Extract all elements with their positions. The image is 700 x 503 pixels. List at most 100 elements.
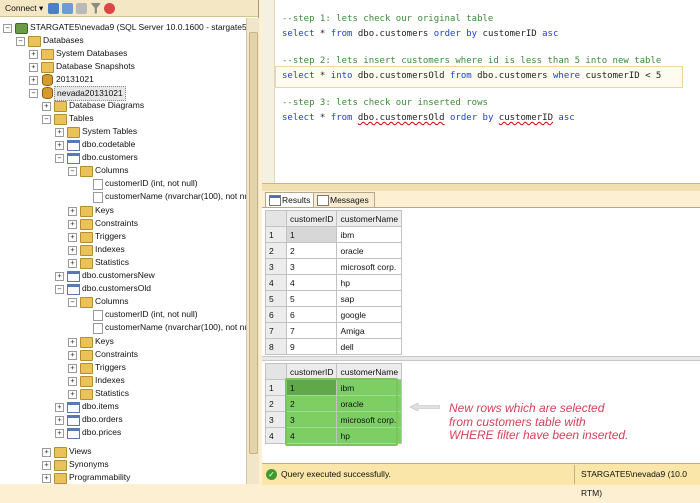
tab-messages[interactable]: Messages <box>313 192 375 207</box>
expand-icon[interactable]: + <box>68 390 77 399</box>
tab-results[interactable]: Results <box>265 192 317 207</box>
cell-customername[interactable]: ibm <box>336 379 403 396</box>
row-number[interactable]: 6 <box>265 306 287 323</box>
collapse-icon[interactable]: − <box>55 285 64 294</box>
collapse-icon[interactable]: − <box>16 37 25 46</box>
expand-icon[interactable]: + <box>42 102 51 111</box>
cell-customerid[interactable]: 4 <box>285 427 338 444</box>
cell-customername[interactable]: dell <box>336 338 403 355</box>
table-row[interactable]: 6 6 google <box>265 306 403 323</box>
table-row[interactable]: 5 5 sap <box>265 290 403 307</box>
cell-customername[interactable]: google <box>336 306 403 323</box>
tree-node-label: Views <box>69 446 92 456</box>
row-number[interactable]: 4 <box>265 427 287 444</box>
collapse-icon[interactable]: − <box>29 89 38 98</box>
expand-icon[interactable]: + <box>29 76 38 85</box>
table-row[interactable]: 2 2 oracle <box>265 242 403 259</box>
table-row[interactable]: 3 3 microsoft corp. <box>265 258 403 275</box>
cell-customername[interactable]: sap <box>336 290 403 307</box>
results-grid-customersold[interactable]: customerID customerName 1 1 ibm 2 2 oracle 3 3 m… <box>265 363 403 444</box>
table-row[interactable]: 7 7 Amiga <box>265 322 403 339</box>
expand-icon[interactable]: + <box>42 461 51 470</box>
cell-customername[interactable]: microsoft corp. <box>336 258 403 275</box>
expand-icon[interactable]: + <box>55 403 64 412</box>
scrollbar-thumb[interactable] <box>249 32 258 454</box>
expand-icon[interactable]: + <box>55 429 64 438</box>
stop-icon[interactable] <box>76 2 88 14</box>
table-row[interactable]: 1 1 ibm <box>265 226 403 243</box>
connect-button[interactable]: Connect ▾ <box>3 3 45 14</box>
column-header-customername[interactable]: customerName <box>336 363 403 380</box>
cell-customerid[interactable]: 2 <box>285 395 338 412</box>
filter-icon[interactable] <box>90 2 102 14</box>
cell-customerid[interactable]: 3 <box>285 258 338 275</box>
table-row[interactable]: 1 1 ibm <box>265 379 403 396</box>
expand-icon[interactable]: + <box>68 233 77 242</box>
collapse-icon[interactable]: − <box>68 298 77 307</box>
cell-customername[interactable]: Amiga <box>336 322 403 339</box>
row-number[interactable]: 1 <box>265 226 287 243</box>
row-number[interactable]: 8 <box>265 338 287 355</box>
cell-customername[interactable]: oracle <box>336 242 403 259</box>
connect-object-explorer-icon[interactable] <box>48 2 60 14</box>
expand-icon[interactable]: + <box>68 338 77 347</box>
column-header-customername[interactable]: customerName <box>336 210 403 227</box>
cell-customerid[interactable]: 9 <box>285 338 338 355</box>
table-row[interactable]: 2 2 oracle <box>265 395 403 412</box>
cell-customerid[interactable]: 1 <box>285 379 338 396</box>
collapse-icon[interactable]: − <box>55 154 64 163</box>
cell-customerid[interactable]: 6 <box>285 306 338 323</box>
row-number[interactable]: 2 <box>265 242 287 259</box>
expand-icon[interactable]: + <box>68 220 77 229</box>
expand-icon[interactable]: + <box>42 448 51 457</box>
results-grid-customers[interactable]: customerID customerName 1 1 ibm 2 2 oracle 3 3 m… <box>265 210 403 355</box>
grid-corner[interactable] <box>265 363 287 380</box>
expand-icon[interactable]: + <box>68 246 77 255</box>
collapse-icon[interactable]: − <box>3 24 12 33</box>
row-number[interactable]: 1 <box>265 379 287 396</box>
cell-customerid[interactable]: 4 <box>285 274 338 291</box>
cell-customerid[interactable]: 2 <box>285 242 338 259</box>
collapse-icon[interactable]: − <box>42 115 51 124</box>
expand-icon[interactable]: + <box>68 364 77 373</box>
cell-customername[interactable]: ibm <box>336 226 403 243</box>
cell-customername[interactable]: hp <box>336 427 403 444</box>
expand-icon[interactable]: + <box>68 351 77 360</box>
expand-icon[interactable]: + <box>55 141 64 150</box>
grid-corner[interactable] <box>265 210 287 227</box>
cell-customername[interactable]: hp <box>336 274 403 291</box>
cell-customername[interactable]: microsoft corp. <box>336 411 403 428</box>
table-row[interactable]: 8 9 dell <box>265 338 403 355</box>
expand-icon[interactable]: + <box>68 377 77 386</box>
expand-icon[interactable]: + <box>29 50 38 59</box>
column-header-customerid[interactable]: customerID <box>285 210 338 227</box>
row-number[interactable]: 3 <box>265 411 287 428</box>
grid-splitter[interactable] <box>262 356 700 361</box>
query-editor[interactable]: --step 1: lets check our original table … <box>262 0 700 183</box>
refresh-icon[interactable] <box>104 2 116 14</box>
expand-icon[interactable]: + <box>42 474 51 483</box>
table-row[interactable]: 4 4 hp <box>265 427 403 444</box>
row-number[interactable]: 4 <box>265 274 287 291</box>
row-number[interactable]: 3 <box>265 258 287 275</box>
row-number[interactable]: 2 <box>265 395 287 412</box>
cell-customername[interactable]: oracle <box>336 395 403 412</box>
object-explorer-scrollbar[interactable] <box>246 18 259 484</box>
table-row[interactable]: 4 4 hp <box>265 274 403 291</box>
expand-icon[interactable]: + <box>55 128 64 137</box>
table-row[interactable]: 3 3 microsoft corp. <box>265 411 403 428</box>
expand-icon[interactable]: + <box>68 207 77 216</box>
cell-customerid[interactable]: 7 <box>285 322 338 339</box>
cell-customerid[interactable]: 3 <box>285 411 338 428</box>
column-header-customerid[interactable]: customerID <box>285 363 338 380</box>
cell-customerid[interactable]: 1 <box>285 226 338 243</box>
row-number[interactable]: 5 <box>265 290 287 307</box>
cell-customerid[interactable]: 5 <box>285 290 338 307</box>
disconnect-icon[interactable] <box>62 2 74 14</box>
expand-icon[interactable]: + <box>68 259 77 268</box>
row-number[interactable]: 7 <box>265 322 287 339</box>
expand-icon[interactable]: + <box>29 63 38 72</box>
expand-icon[interactable]: + <box>55 272 64 281</box>
collapse-icon[interactable]: − <box>68 167 77 176</box>
expand-icon[interactable]: + <box>55 416 64 425</box>
